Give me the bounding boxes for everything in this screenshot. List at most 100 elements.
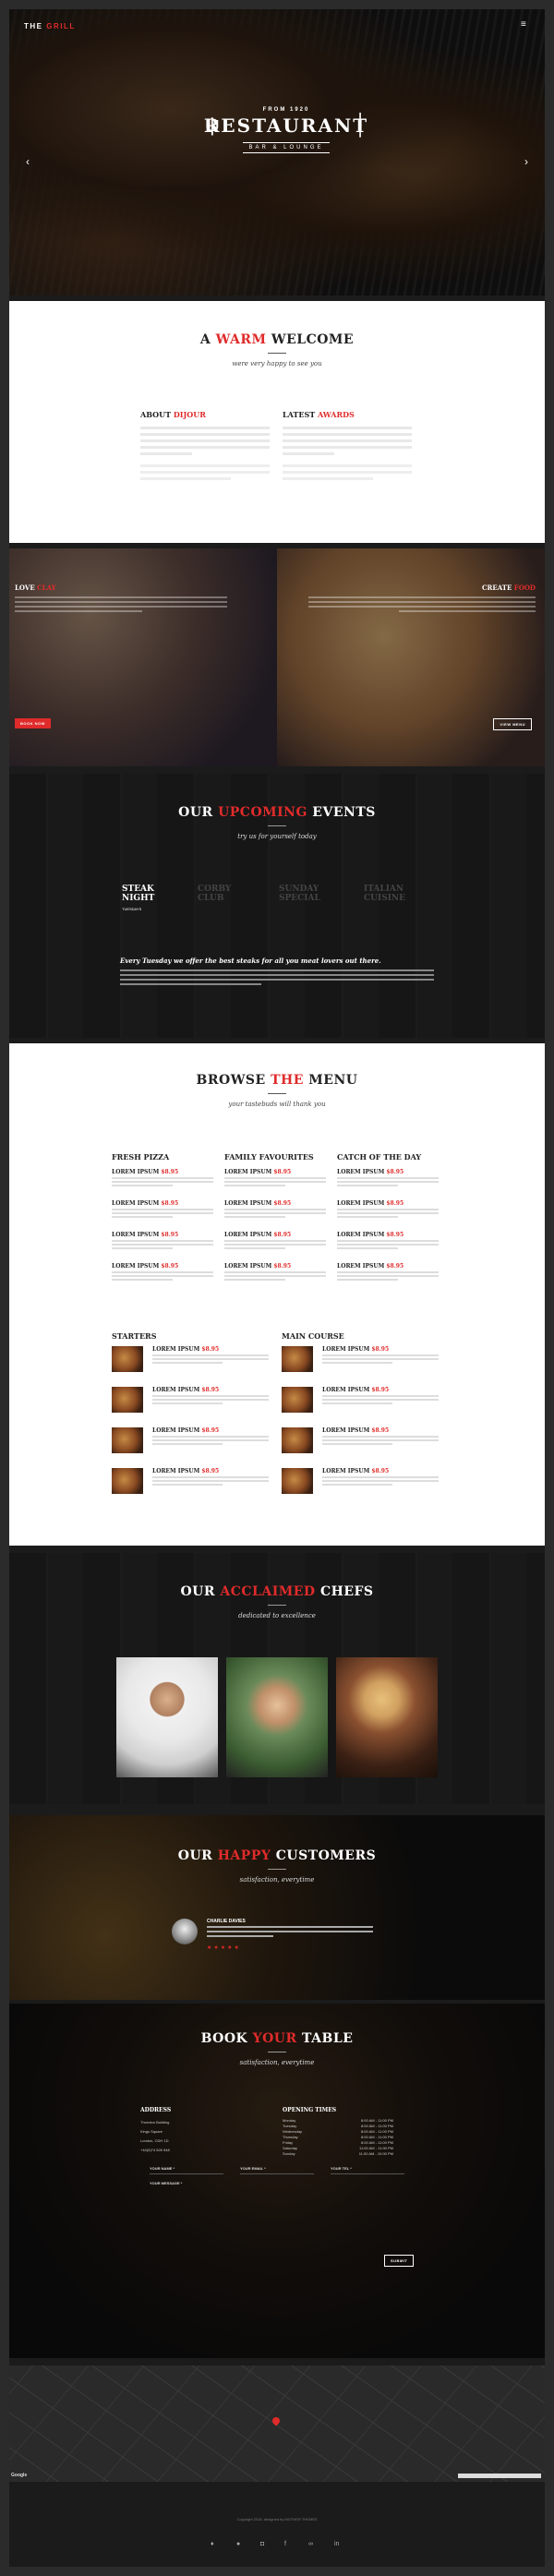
main-column: MAIN COURSE LOREM IPSUM $8.95 LOREM IPSUM…	[282, 1331, 439, 1494]
hours-heading: OPENING TIMES	[283, 2107, 337, 2113]
dish-thumbnail[interactable]	[282, 1346, 313, 1372]
flickr-icon[interactable]: ∞	[308, 2541, 313, 2547]
slider-next-icon[interactable]: ›	[524, 155, 528, 168]
fork-icon: ψ	[205, 113, 220, 136]
booking-section: BOOK YOUR TABLE satisfaction, everytime …	[9, 2004, 545, 2358]
menu-column: FAMILY FAVOURITES LOREM IPSUM $8.95 LOREM…	[224, 1152, 326, 1281]
tab-italian-cuisine[interactable]: ITALIAN CUISINE	[364, 885, 405, 903]
location-map[interactable]: Google	[9, 2365, 545, 2482]
twitter-icon[interactable]: ♦	[211, 2541, 214, 2547]
menu-item-price: $8.95	[201, 1468, 220, 1475]
menu-item[interactable]: LOREM IPSUM $8.95	[112, 1200, 213, 1218]
rating-stars-icon: ★★★★★	[207, 1945, 241, 1951]
dish-thumbnail[interactable]	[282, 1387, 313, 1413]
title-divider	[268, 825, 286, 826]
customers-tagline: satisfaction, everytime	[239, 1876, 315, 1884]
menu-item[interactable]: LOREM IPSUM $8.95	[224, 1263, 326, 1281]
menu-item-name: LOREM IPSUM	[112, 1200, 160, 1207]
menu-item[interactable]: LOREM IPSUM $8.95	[322, 1468, 439, 1486]
menu-item-price: $8.95	[273, 1232, 292, 1238]
menu-item[interactable]: LOREM IPSUM $8.95	[337, 1200, 439, 1218]
dish-thumbnail[interactable]	[112, 1468, 143, 1494]
menu-item[interactable]: LOREM IPSUM $8.95	[112, 1263, 213, 1281]
menu-item[interactable]: LOREM IPSUM $8.95	[322, 1427, 439, 1445]
copyright-text: Copyright 2016, designed by MOTHER THEME…	[236, 2517, 318, 2522]
site-logo[interactable]: THE GRILL	[24, 22, 76, 30]
menu-item-name: LOREM IPSUM	[337, 1200, 385, 1207]
menu-column: CATCH OF THE DAY LOREM IPSUM $8.95 LOREM …	[337, 1152, 439, 1281]
love-clay-panel: LOVE CLAY BOOK NOW	[9, 548, 277, 766]
instagram-icon[interactable]: ◘	[260, 2541, 264, 2547]
menu-item-name: LOREM IPSUM	[322, 1468, 370, 1475]
tel-field[interactable]: YOUR TEL *	[331, 2166, 404, 2174]
tab-corby-club[interactable]: CORBY CLUB	[198, 885, 231, 903]
menu-item-desc	[322, 1395, 439, 1404]
menu-item[interactable]: LOREM IPSUM $8.95	[337, 1232, 439, 1249]
menu-item[interactable]: LOREM IPSUM $8.95	[224, 1200, 326, 1218]
message-field[interactable]: YOUR MESSAGE *	[150, 2181, 404, 2236]
menu-item[interactable]: LOREM IPSUM $8.95	[152, 1427, 269, 1445]
menu-item-price: $8.95	[161, 1232, 179, 1238]
dish-thumbnail[interactable]	[112, 1427, 143, 1453]
menu-item-name: LOREM IPSUM	[224, 1200, 272, 1207]
menu-item[interactable]: LOREM IPSUM $8.95	[112, 1169, 213, 1186]
avatar	[172, 1919, 198, 1944]
love-text	[15, 596, 227, 612]
linkedin-icon[interactable]: in	[334, 2541, 339, 2547]
menu-item-name: LOREM IPSUM	[337, 1169, 385, 1175]
events-section: OUR UPCOMING EVENTS try us for yourself …	[9, 774, 545, 1038]
menu-item[interactable]: LOREM IPSUM $8.95	[322, 1346, 439, 1364]
chef-photo-2[interactable]	[226, 1657, 328, 1777]
map-pin-icon[interactable]	[271, 2415, 282, 2426]
name-field[interactable]: YOUR NAME *	[150, 2166, 223, 2174]
book-now-button[interactable]: BOOK NOW	[15, 718, 51, 728]
menu-column-heading: MAIN COURSE	[282, 1331, 344, 1341]
menu-item-desc	[224, 1209, 326, 1218]
facebook-icon[interactable]: f	[284, 2541, 286, 2547]
tab-steak-night[interactable]: STEAK NIGHT TUESDAYS	[122, 885, 154, 914]
menu-item-price: $8.95	[386, 1200, 404, 1207]
slider-prev-icon[interactable]: ‹	[26, 155, 30, 168]
love-heading: LOVE CLAY	[15, 584, 56, 592]
hero-brand: ψ │ FROM 1920 RESTAURANT BAR & LOUNGE	[194, 107, 379, 153]
booking-title: BOOK YOUR TABLE	[200, 2031, 354, 2046]
pinterest-icon[interactable]: ●	[236, 2541, 240, 2547]
menu-item[interactable]: LOREM IPSUM $8.95	[337, 1263, 439, 1281]
dish-thumbnail[interactable]	[282, 1468, 313, 1494]
menu-item-price: $8.95	[386, 1263, 404, 1270]
email-field[interactable]: YOUR EMAIL *	[240, 2166, 314, 2174]
welcome-title: A WARM WELCOME	[199, 332, 355, 347]
about-text	[140, 427, 270, 480]
menu-item[interactable]: LOREM IPSUM $8.95	[337, 1169, 439, 1186]
menu-item[interactable]: LOREM IPSUM $8.95	[224, 1232, 326, 1249]
about-column: ABOUT DIJOUR	[140, 410, 270, 480]
create-text	[308, 596, 536, 612]
menu-item-name: LOREM IPSUM	[112, 1169, 160, 1175]
dish-thumbnail[interactable]	[282, 1427, 313, 1453]
menu-item[interactable]: LOREM IPSUM $8.95	[322, 1387, 439, 1404]
menu-item[interactable]: LOREM IPSUM $8.95	[112, 1232, 213, 1249]
chefs-tagline: dedicated to excellence	[238, 1612, 316, 1619]
chef-photo-3[interactable]	[336, 1657, 438, 1777]
hero-title: RESTAURANT	[203, 114, 369, 137]
menu-item-name: LOREM IPSUM	[337, 1232, 385, 1238]
menu-item[interactable]: LOREM IPSUM $8.95	[224, 1169, 326, 1186]
menu-item-price: $8.95	[371, 1387, 390, 1393]
dish-thumbnail[interactable]	[112, 1346, 143, 1372]
menu-item-price: $8.95	[273, 1200, 292, 1207]
dish-thumbnail[interactable]	[112, 1387, 143, 1413]
hamburger-menu-icon[interactable]: ≡	[521, 20, 530, 30]
address-line: London, CDH 1D	[140, 2138, 169, 2143]
menu-item[interactable]: LOREM IPSUM $8.95	[152, 1468, 269, 1486]
menu-item[interactable]: LOREM IPSUM $8.95	[152, 1346, 269, 1364]
menu-item-desc	[112, 1271, 213, 1281]
events-tagline: try us for yourself today	[237, 833, 317, 840]
menu-item-price: $8.95	[161, 1263, 179, 1270]
address-line: Thornton Building	[140, 2120, 170, 2125]
view-menu-button[interactable]: VIEW MENU	[493, 718, 532, 730]
tab-sunday-special[interactable]: SUNDAY SPECIAL	[279, 885, 320, 903]
menu-item[interactable]: LOREM IPSUM $8.95	[152, 1387, 269, 1404]
submit-button[interactable]: SUBMIT	[384, 2255, 415, 2267]
chef-photo-1[interactable]	[116, 1657, 218, 1777]
chefs-title: OUR ACCLAIMED CHEFS	[180, 1584, 374, 1599]
